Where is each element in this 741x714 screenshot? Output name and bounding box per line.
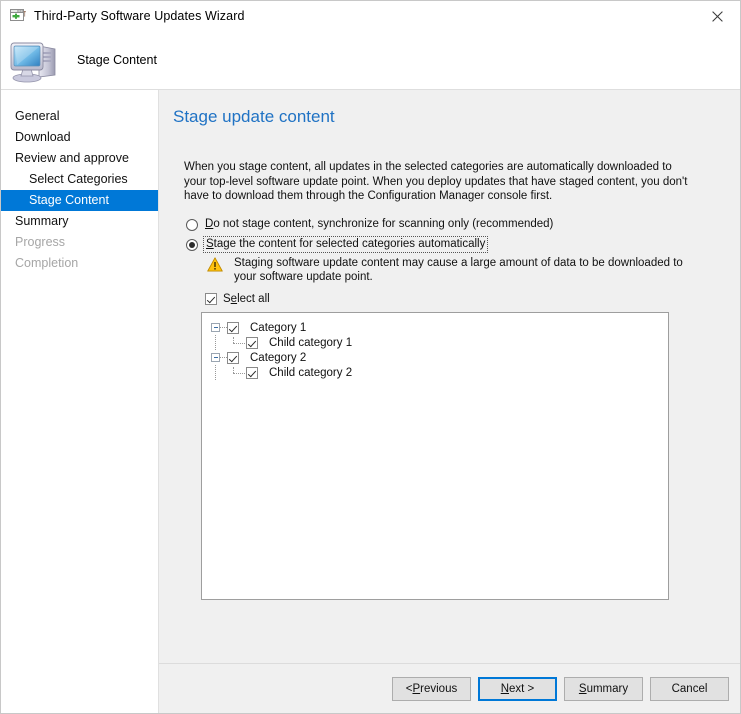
close-icon[interactable] <box>695 1 740 31</box>
computer-icon <box>9 36 63 84</box>
page-title: Stage update content <box>173 107 335 126</box>
tree-row[interactable]: Category 1 <box>211 320 668 335</box>
header-title: Stage Content <box>77 53 157 67</box>
radio-checked-icon <box>186 239 198 251</box>
next-button[interactable]: Next > <box>478 676 557 701</box>
tree-connector-line <box>220 356 227 359</box>
cancel-button[interactable]: Cancel <box>650 676 729 701</box>
tree-row[interactable]: Child category 1 <box>211 335 668 350</box>
wizard-content: Stage update content When you stage cont… <box>159 90 740 713</box>
tree-item-label: Child category 1 <box>269 336 353 349</box>
wizard-window-icon <box>10 9 26 23</box>
wizard-body: General Download Review and approve Sele… <box>1 90 740 713</box>
sidebar-item-stage-content[interactable]: Stage Content <box>1 190 158 211</box>
title-bar: Third-Party Software Updates Wizard <box>1 1 740 31</box>
tree-item-label: Category 2 <box>250 351 307 364</box>
wizard-steps-sidebar: General Download Review and approve Sele… <box>1 90 159 713</box>
checkbox-checked-icon[interactable] <box>246 336 258 349</box>
checkbox-checked-icon <box>205 293 217 305</box>
sidebar-item-completion: Completion <box>15 256 79 270</box>
select-all-checkbox[interactable]: Select all <box>205 293 270 305</box>
checkbox-checked-icon[interactable] <box>227 321 239 334</box>
radio-do-not-stage-content-label: Do not stage content, synchronize for sc… <box>205 218 554 230</box>
radio-unchecked-icon <box>186 219 198 231</box>
wizard-header: Stage Content <box>1 31 740 90</box>
warning-message: Staging software update content may caus… <box>207 256 705 284</box>
categories-tree[interactable]: Category 1 Child category 1 Category 2 C… <box>201 312 669 600</box>
checkbox-checked-icon[interactable] <box>246 366 258 379</box>
tree-vertical-line <box>215 365 217 380</box>
summary-button[interactable]: Summary <box>564 676 643 701</box>
tree-collapse-icon[interactable] <box>211 323 220 332</box>
sidebar-item-general[interactable]: General <box>1 106 158 127</box>
checkbox-checked-icon[interactable] <box>227 351 239 364</box>
window-title: Third-Party Software Updates Wizard <box>34 9 245 23</box>
radio-stage-content-automatically-label: Stage the content for selected categorie… <box>202 236 489 253</box>
warning-triangle-icon <box>207 257 223 272</box>
content-inner: Stage update content When you stage cont… <box>159 90 740 663</box>
tree-item-label: Category 1 <box>250 321 307 334</box>
previous-button[interactable]: < Previous <box>392 676 471 701</box>
wizard-footer: < Previous Next > Summary Cancel <box>159 663 740 713</box>
sidebar-item-progress: Progress <box>15 235 66 249</box>
warning-text: Staging software update content may caus… <box>234 257 683 283</box>
intro-paragraph: When you stage content, all updates in t… <box>184 161 688 202</box>
tree-collapse-icon[interactable] <box>211 353 220 362</box>
sidebar-item-download[interactable]: Download <box>1 127 158 148</box>
tree-item-label: Child category 2 <box>269 366 353 379</box>
radio-do-not-stage-content[interactable]: Do not stage content, synchronize for sc… <box>186 218 553 231</box>
radio-stage-content-automatically[interactable]: Stage the content for selected categorie… <box>186 236 489 253</box>
tree-connector-line <box>220 326 227 329</box>
tree-elbow-line <box>233 337 246 348</box>
wizard-window: Third-Party Software Updates Wizard Stag… <box>0 0 741 714</box>
tree-row[interactable]: Child category 2 <box>211 365 668 380</box>
sidebar-item-summary[interactable]: Summary <box>1 211 158 232</box>
tree-elbow-line <box>233 367 246 378</box>
sidebar-item-review-and-approve[interactable]: Review and approve <box>1 148 158 169</box>
select-all-label: Select all <box>223 293 270 305</box>
sidebar-item-select-categories[interactable]: Select Categories <box>1 169 158 190</box>
tree-vertical-line <box>215 335 217 350</box>
tree-row[interactable]: Category 2 <box>211 350 668 365</box>
